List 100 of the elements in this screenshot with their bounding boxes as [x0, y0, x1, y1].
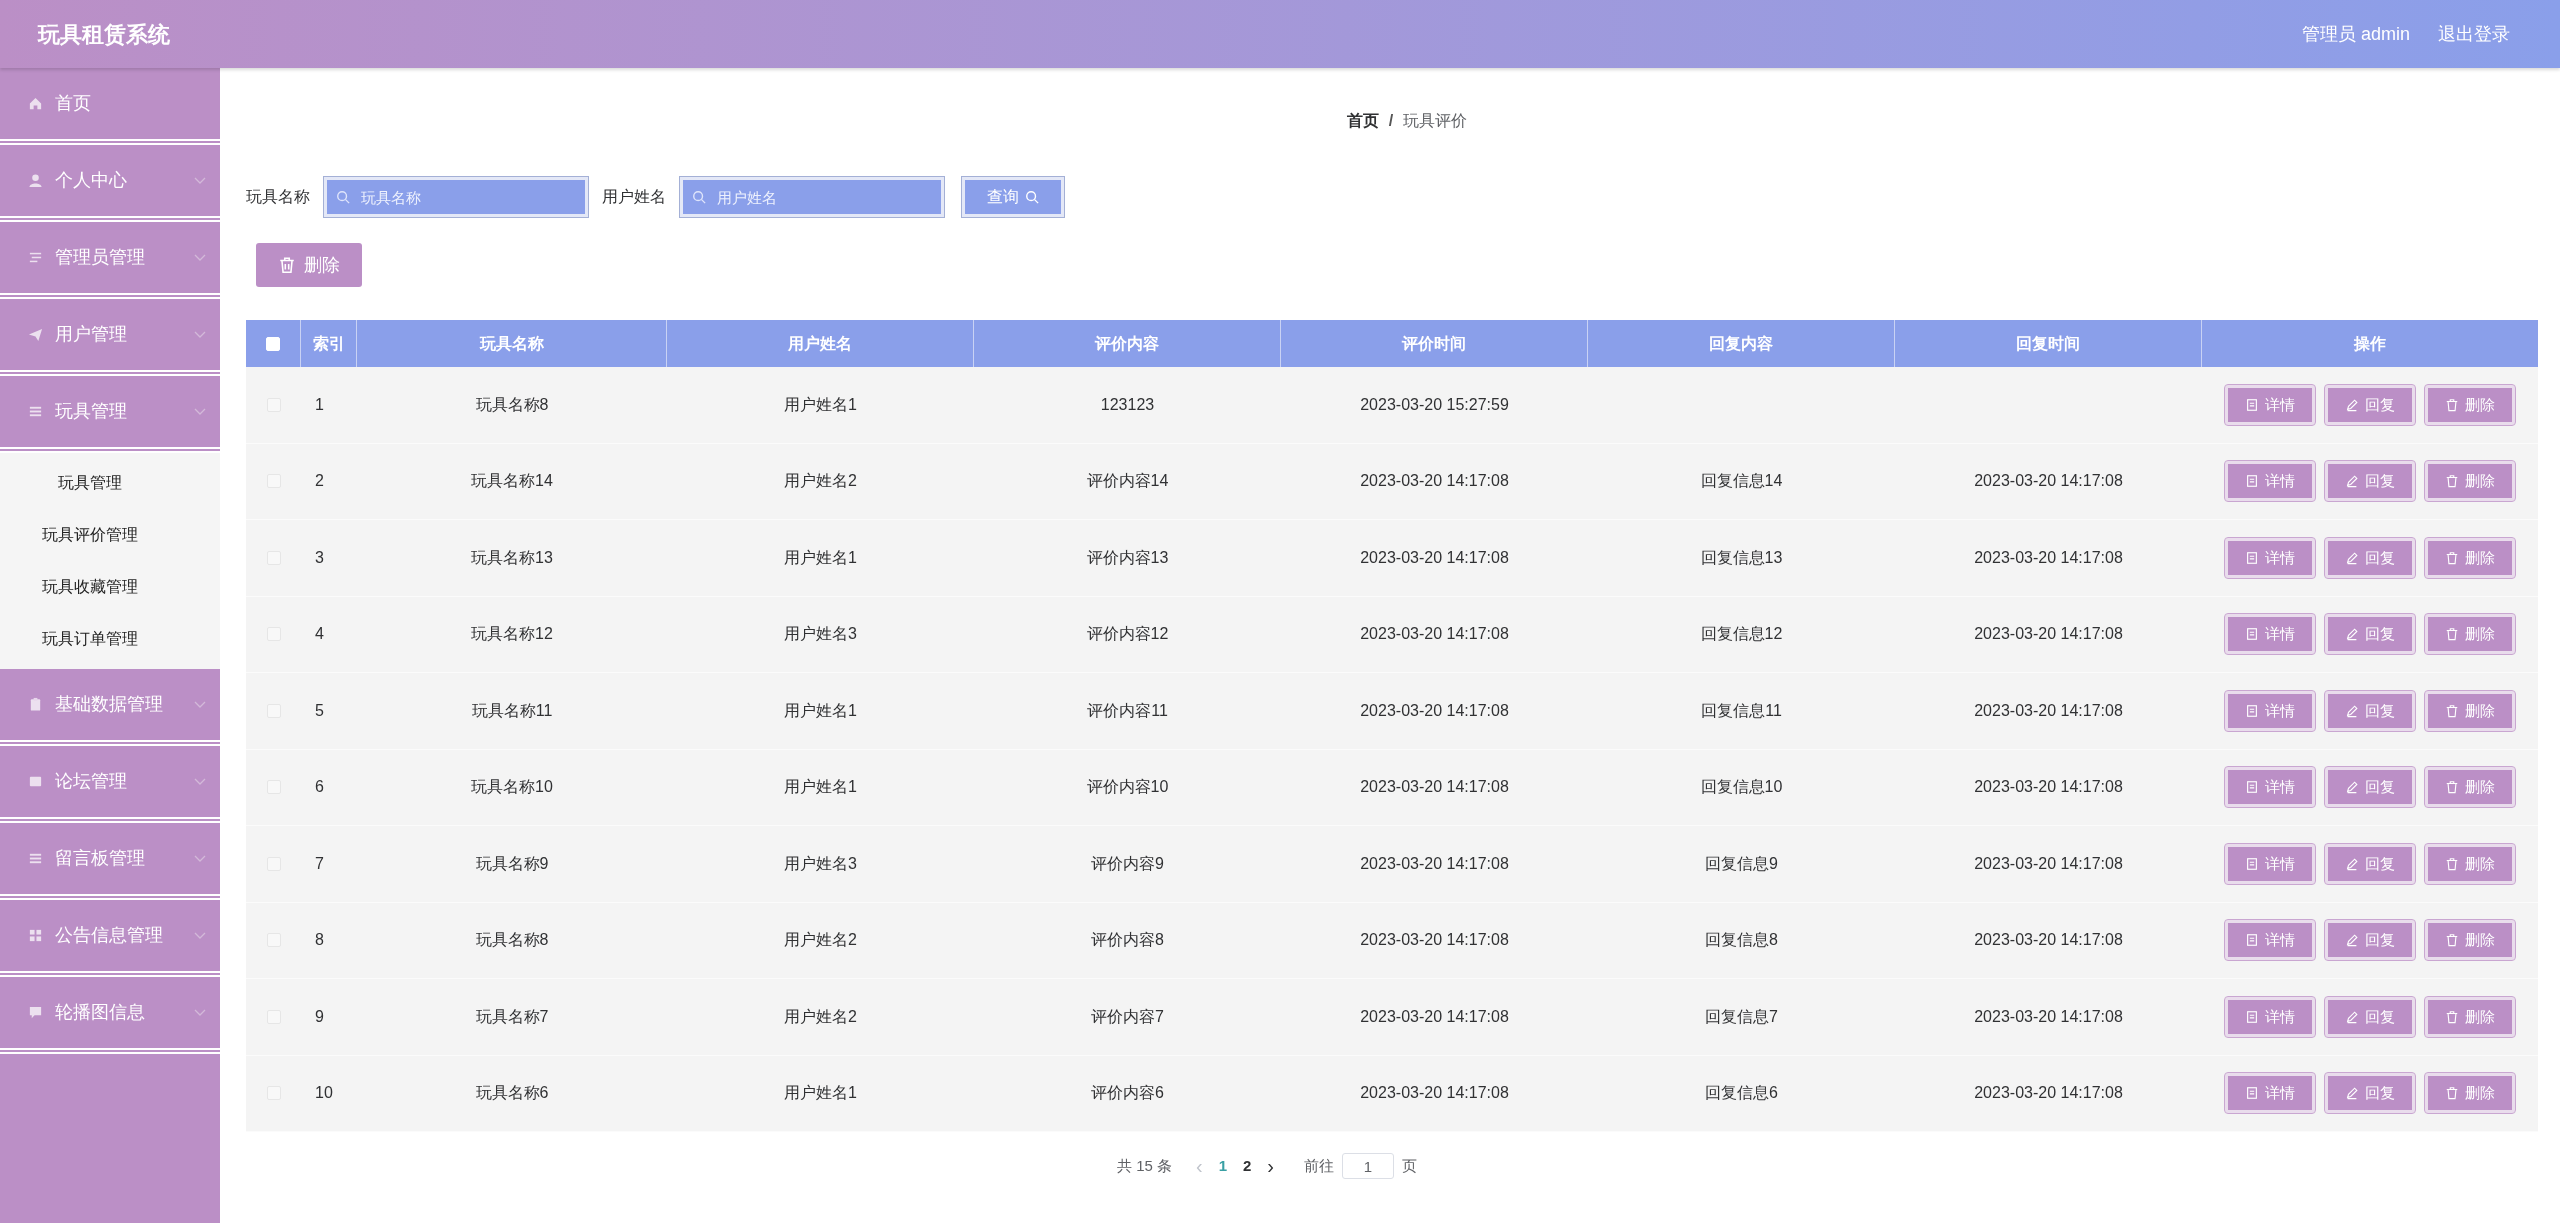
search-field[interactable]: 玩具名称 — [324, 177, 588, 217]
trash-icon — [2445, 627, 2459, 642]
delete-button[interactable]: 删除 — [2425, 767, 2515, 808]
user-label: 管理员 admin — [2301, 22, 2410, 46]
document-icon — [2245, 397, 2259, 412]
delete-button[interactable]: 删除 — [2425, 1073, 2515, 1114]
details-button[interactable]: 详情 — [2225, 690, 2315, 731]
table-cell-text: 2023-03-20 14:17:08 — [1974, 624, 2123, 645]
chevron-down-icon — [194, 407, 206, 416]
pencil-icon — [2345, 703, 2359, 718]
table-cell-text: 玩具名称10 — [471, 777, 553, 798]
chevron-down-icon — [194, 330, 206, 339]
table-cell-text: 用户姓名2 — [784, 471, 857, 492]
search-icon — [692, 190, 706, 204]
select-all-checkbox[interactable] — [266, 336, 280, 351]
next-page-button[interactable]: › — [1259, 1151, 1283, 1181]
reply-button[interactable]: 回复 — [2325, 461, 2415, 502]
chevron-down-icon — [194, 854, 206, 863]
column-header: 回复内容 — [1588, 320, 1895, 367]
reply-button[interactable]: 回复 — [2325, 690, 2415, 731]
delete-button[interactable]: 删除 — [2425, 614, 2515, 655]
document-icon — [2245, 780, 2259, 795]
submenu-item[interactable]: 玩具订单管理 — [0, 613, 220, 665]
delete-button[interactable]: 删除 — [2425, 690, 2515, 731]
reply-button[interactable]: 回复 — [2325, 920, 2415, 961]
trash-icon — [2445, 856, 2459, 871]
delete-button[interactable]: 删除 — [2425, 920, 2515, 961]
chevron-down-icon — [194, 253, 206, 262]
delete-button[interactable]: 删除 — [2425, 461, 2515, 502]
details-button[interactable]: 详情 — [2225, 843, 2315, 884]
delete-button[interactable]: 删除 — [256, 243, 362, 287]
delete-button[interactable]: 删除 — [2425, 384, 2515, 425]
column-header: 回复时间 — [1895, 320, 2202, 367]
table-cell-text: 4 — [315, 624, 324, 645]
column-header: 评价内容 — [974, 320, 1281, 367]
table-cell-text: 评价内容7 — [1091, 1006, 1164, 1027]
table-cell-text: 10 — [315, 1083, 333, 1104]
search-button[interactable]: 查询 — [962, 177, 1064, 217]
delete-button[interactable]: 删除 — [2425, 996, 2515, 1037]
table-cell-text: 2 — [315, 471, 324, 492]
submenu-item[interactable]: 玩具收藏管理 — [0, 561, 220, 613]
table-cell-text: 5 — [315, 700, 324, 721]
column-header: 评价时间 — [1281, 320, 1588, 367]
document-icon — [2245, 1009, 2259, 1024]
trash-icon — [2445, 780, 2459, 795]
field-label: 玩具名称 — [246, 187, 310, 207]
table-cell-text: 用户姓名1 — [784, 777, 857, 798]
search-field[interactable]: 用户姓名 — [680, 177, 944, 217]
details-button[interactable]: 详情 — [2225, 537, 2315, 578]
details-button[interactable]: 详情 — [2225, 384, 2315, 425]
page-button[interactable]: 2 — [1235, 1154, 1260, 1178]
chevron-down-icon — [194, 700, 206, 709]
previous-page-button[interactable]: ‹ — [1188, 1151, 1211, 1181]
submenu-item[interactable]: 玩具评价管理 — [0, 509, 220, 561]
breadcrumb-current: 玩具评价 — [1403, 111, 1468, 131]
reply-button[interactable]: 回复 — [2325, 614, 2415, 655]
page-input[interactable]: 1 — [1342, 1153, 1395, 1179]
table-cell-text: 评价内容8 — [1091, 930, 1164, 951]
table-cell-text: 玩具名称8 — [475, 930, 549, 951]
reply-button[interactable]: 回复 — [2325, 1073, 2415, 1114]
breadcrumb-link[interactable]: 首页 — [1346, 109, 1379, 133]
table-cell-text: 评价内容6 — [1091, 1083, 1164, 1104]
reply-button[interactable]: 回复 — [2325, 843, 2415, 884]
delete-button[interactable]: 删除 — [2425, 843, 2515, 884]
table-cell-text: 2023-03-20 14:17:08 — [1360, 930, 1509, 951]
grid-icon — [28, 928, 43, 943]
chevron-down-icon — [194, 777, 206, 786]
reply-button[interactable]: 回复 — [2325, 996, 2415, 1037]
details-button[interactable]: 详情 — [2225, 461, 2315, 502]
table-cell-text: 用户姓名3 — [784, 853, 857, 874]
chevron-down-icon — [194, 176, 206, 185]
delete-button[interactable]: 删除 — [2425, 537, 2515, 578]
details-button[interactable]: 详情 — [2225, 767, 2315, 808]
list-icon — [28, 851, 43, 866]
page-button[interactable]: 1 — [1210, 1154, 1235, 1178]
table-cell-text: 回复信息8 — [1705, 930, 1778, 951]
table-cell-text: 2023-03-20 15:27:59 — [1360, 394, 1509, 415]
column-header: 操作 — [2352, 333, 2387, 354]
logout-link[interactable]: 退出登录 — [2438, 20, 2510, 48]
paper-plane-icon — [28, 327, 43, 342]
details-button[interactable]: 详情 — [2225, 1073, 2315, 1114]
details-button[interactable]: 详情 — [2225, 920, 2315, 961]
app-title: 玩具租赁系统 — [38, 20, 170, 49]
table-cell-text: 玩具名称14 — [471, 471, 553, 492]
details-button[interactable]: 详情 — [2225, 614, 2315, 655]
details-button[interactable]: 详情 — [2225, 996, 2315, 1037]
table-cell-text: 玩具名称6 — [475, 1083, 549, 1104]
table-cell-text: 1 — [315, 394, 324, 415]
table-cell-text: 2023-03-20 14:17:08 — [1360, 624, 1509, 645]
table-cell-text: 2023-03-20 14:17:08 — [1974, 471, 2123, 492]
table-cell-text: 用户姓名2 — [784, 1006, 857, 1027]
reply-button[interactable]: 回复 — [2325, 767, 2415, 808]
trash-icon — [2445, 1086, 2459, 1101]
search-icon — [1025, 190, 1039, 204]
table-cell-text: 用户姓名3 — [784, 624, 857, 645]
submenu-item[interactable]: 玩具管理 — [0, 457, 220, 509]
reply-button[interactable]: 回复 — [2325, 537, 2415, 578]
reply-button[interactable]: 回复 — [2325, 384, 2415, 425]
table-cell-text: 2023-03-20 14:17:08 — [1974, 700, 2123, 721]
pencil-icon — [2345, 627, 2359, 642]
